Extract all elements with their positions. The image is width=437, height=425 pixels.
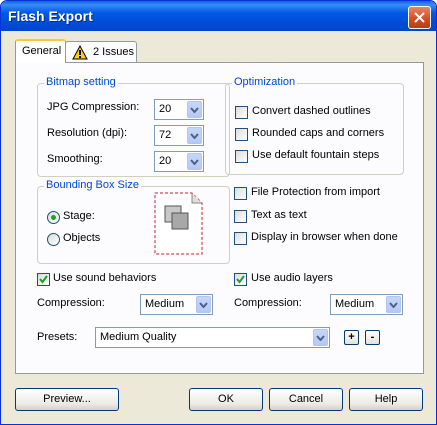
tab-general-label: General [22, 45, 62, 57]
file-protection-checkbox[interactable] [234, 187, 247, 200]
tab-general[interactable]: General [15, 39, 66, 63]
default-fountain-steps-label: Use default fountain steps [252, 149, 380, 161]
presets-value: Medium Quality [100, 331, 177, 343]
use-sound-behaviors-label: Use sound behaviors [53, 272, 157, 284]
window-title: Flash Export [8, 8, 93, 24]
help-button[interactable]: Help [349, 388, 423, 411]
preview-button[interactable]: Preview... [15, 388, 119, 411]
smoothing-select[interactable]: 20 [154, 151, 204, 172]
flash-export-dialog: Flash Export General 2 Issues Bitmap set… [0, 0, 437, 425]
stage-radio[interactable] [47, 211, 60, 224]
title-bar: Flash Export [1, 1, 436, 31]
rounded-caps-label: Rounded caps and corners [252, 127, 385, 139]
remove-preset-button[interactable]: - [365, 330, 380, 345]
use-audio-layers-label: Use audio layers [251, 272, 333, 284]
close-button[interactable] [408, 6, 431, 29]
use-audio-layers-checkbox[interactable] [234, 273, 247, 286]
convert-dashed-outlines-label: Convert dashed outlines [252, 105, 371, 117]
optimization-legend: Optimization [232, 76, 298, 88]
general-panel: Bitmap setting JPG Compression: 20 Resol… [15, 62, 424, 374]
chevron-down-icon [187, 153, 202, 170]
file-protection-label: File Protection from import [251, 186, 380, 198]
chevron-down-icon [313, 329, 328, 346]
jpg-compression-label: JPG Compression: [47, 101, 140, 113]
chevron-down-icon [187, 127, 202, 144]
jpg-compression-select[interactable]: 20 [154, 99, 204, 120]
smoothing-value: 20 [159, 155, 172, 167]
display-in-browser-label: Display in browser when done [251, 231, 398, 243]
bitmap-setting-group: Bitmap setting JPG Compression: 20 Resol… [37, 76, 230, 177]
text-as-text-label: Text as text [251, 209, 307, 221]
smoothing-label: Smoothing: [47, 153, 103, 165]
convert-dashed-outlines-checkbox[interactable] [235, 106, 248, 119]
cancel-button[interactable]: Cancel [269, 388, 343, 411]
resolution-value: 72 [159, 129, 172, 141]
display-in-browser-checkbox[interactable] [234, 232, 247, 245]
bounding-box-group: Bounding Box Size Stage: Objects [37, 179, 230, 264]
tab-issues[interactable]: 2 Issues [65, 41, 137, 63]
audio-compression-label: Compression: [234, 297, 302, 309]
bounding-box-legend: Bounding Box Size [44, 179, 141, 191]
ok-button[interactable]: OK [189, 388, 263, 411]
sound-compression-select[interactable]: Medium [140, 294, 213, 315]
chevron-down-icon [196, 296, 211, 313]
rounded-caps-checkbox[interactable] [235, 128, 248, 141]
text-as-text-checkbox[interactable] [234, 210, 247, 223]
audio-compression-select[interactable]: Medium [330, 294, 403, 315]
resolution-select[interactable]: 72 [154, 125, 204, 146]
objects-label: Objects [63, 232, 101, 244]
presets-select[interactable]: Medium Quality [95, 327, 330, 348]
use-sound-behaviors-checkbox[interactable] [37, 273, 50, 286]
stage-preview-icon [154, 192, 203, 255]
warning-icon [72, 45, 88, 60]
chevron-down-icon [386, 296, 401, 313]
objects-radio[interactable] [47, 233, 60, 246]
optimization-group: Optimization Convert dashed outlines Rou… [225, 76, 404, 175]
presets-label: Presets: [37, 331, 78, 343]
add-preset-button[interactable]: + [344, 330, 359, 345]
audio-compression-value: Medium [335, 298, 375, 310]
tab-issues-label: 2 Issues [93, 46, 134, 58]
sound-compression-label: Compression: [37, 297, 105, 309]
resolution-label: Resolution (dpi): [47, 127, 128, 139]
default-fountain-steps-checkbox[interactable] [235, 150, 248, 163]
close-icon [414, 12, 425, 23]
stage-label: Stage: [63, 210, 95, 222]
sound-compression-value: Medium [145, 298, 185, 310]
bitmap-setting-legend: Bitmap setting [44, 76, 118, 88]
chevron-down-icon [187, 101, 202, 118]
jpg-compression-value: 20 [159, 103, 172, 115]
